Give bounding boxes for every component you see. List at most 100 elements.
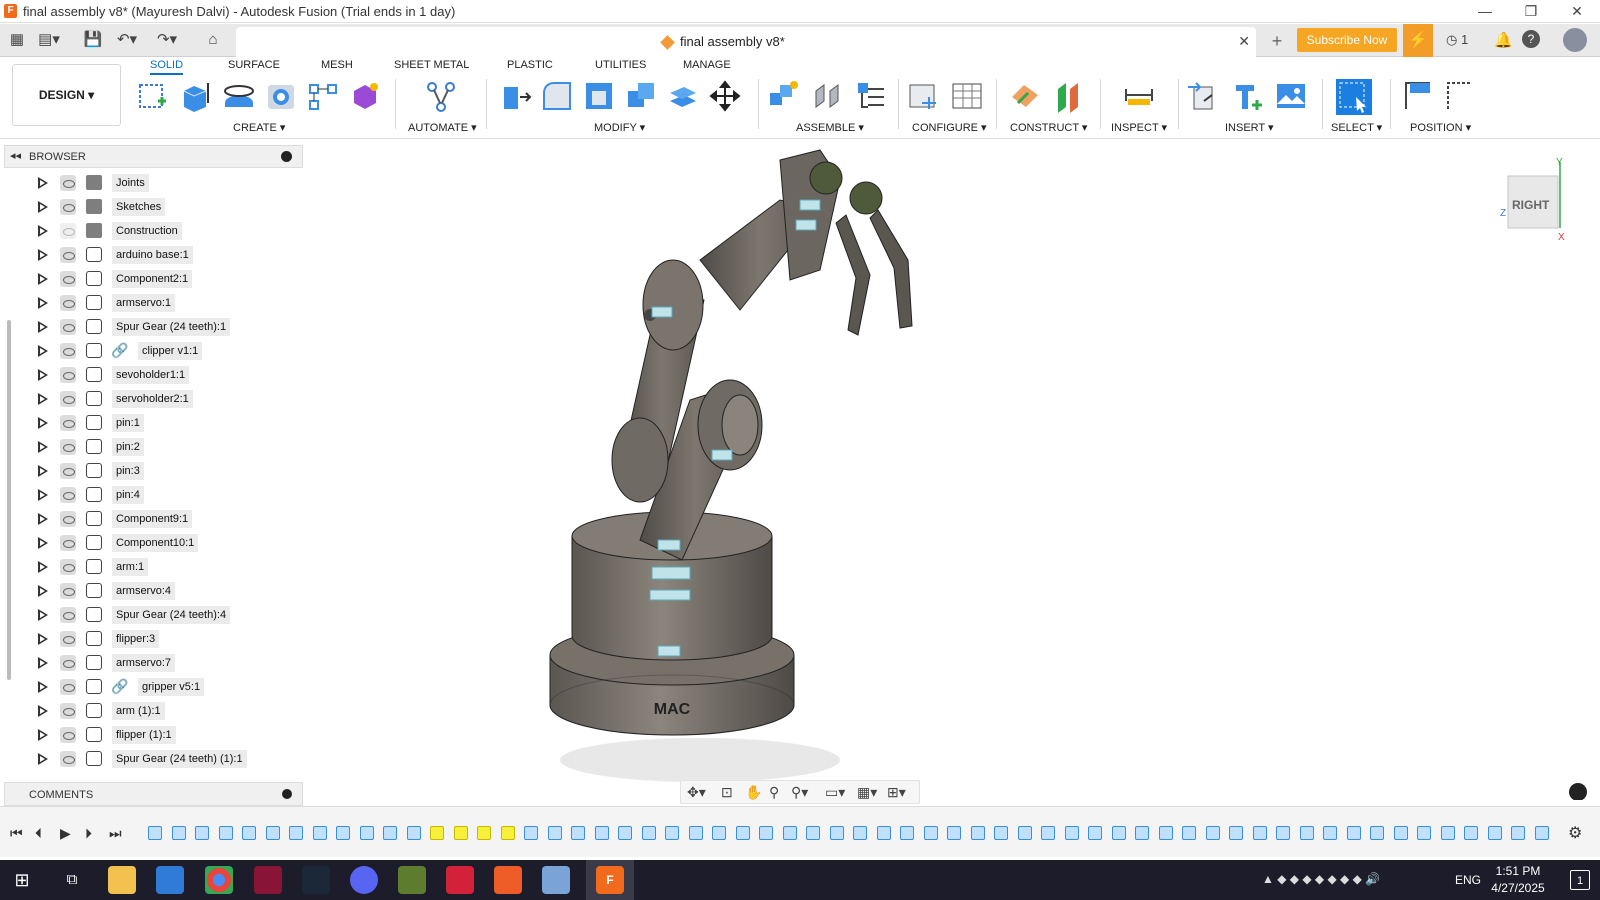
combine-icon[interactable]: [624, 79, 658, 113]
chat-icon[interactable]: [1569, 783, 1587, 800]
pattern-icon[interactable]: [306, 79, 340, 113]
visibility-eye-icon[interactable]: [60, 343, 76, 359]
timeline-feature[interactable]: [641, 826, 656, 840]
timeline-feature[interactable]: [195, 826, 209, 840]
automate-icon[interactable]: [424, 79, 458, 113]
browser-item[interactable]: flipper:3: [0, 628, 300, 650]
move-icon[interactable]: [708, 79, 742, 113]
timeline-feature[interactable]: [618, 826, 632, 840]
user-avatar[interactable]: [1563, 28, 1587, 52]
chrome-icon[interactable]: [205, 866, 233, 894]
timeline-feature[interactable]: [383, 826, 397, 840]
timeline-feature[interactable]: [829, 826, 844, 840]
tab-sheet-metal[interactable]: SHEET METAL: [394, 59, 469, 75]
timeline-feature[interactable]: [665, 826, 679, 840]
expand-arrow-icon[interactable]: [38, 753, 48, 765]
display-settings-icon[interactable]: ▭▾: [825, 784, 845, 801]
viewports-icon[interactable]: ⊞▾: [887, 784, 906, 801]
measure-icon[interactable]: [1122, 79, 1156, 113]
expand-arrow-icon[interactable]: [38, 681, 48, 693]
job-status-icon[interactable]: ◷ 1: [1446, 32, 1468, 48]
timeline-feature[interactable]: [1276, 826, 1290, 840]
timeline-feature[interactable]: [876, 826, 891, 840]
visibility-eye-icon[interactable]: [60, 583, 76, 599]
plane-at-angle-icon[interactable]: [1052, 79, 1086, 113]
visibility-eye-icon[interactable]: [60, 199, 76, 215]
minecraft-icon[interactable]: [398, 866, 426, 894]
browser-item[interactable]: pin:2: [0, 436, 300, 458]
browser-minimize-icon[interactable]: [281, 151, 292, 162]
extrude-icon[interactable]: [178, 79, 212, 113]
expand-arrow-icon[interactable]: [38, 585, 48, 597]
expand-arrow-icon[interactable]: [38, 633, 48, 645]
offset-face-icon[interactable]: [666, 79, 700, 113]
go-to-end-icon[interactable]: ⏭: [109, 825, 122, 842]
expand-arrow-icon[interactable]: [38, 705, 48, 717]
bill-of-materials-icon[interactable]: [854, 79, 888, 113]
timeline-feature[interactable]: [1440, 826, 1455, 840]
create-sketch-icon[interactable]: [136, 79, 170, 113]
timeline-feature[interactable]: [571, 826, 585, 840]
visibility-eye-icon[interactable]: [60, 271, 76, 287]
browser-item[interactable]: pin:3: [0, 460, 300, 482]
browser-item[interactable]: arm (1):1: [0, 700, 300, 722]
timeline-feature[interactable]: [406, 826, 421, 840]
timeline-feature[interactable]: [359, 826, 374, 840]
expand-arrow-icon[interactable]: [38, 441, 48, 453]
store-icon[interactable]: [156, 866, 184, 894]
file-menu-icon[interactable]: ▤▾: [38, 30, 60, 50]
visibility-eye-icon[interactable]: [60, 463, 76, 479]
tab-solid[interactable]: SOLID: [150, 59, 184, 75]
browser-item[interactable]: Sketches: [0, 196, 300, 218]
browser-item[interactable]: 🔗 clipper v1:1: [0, 340, 300, 362]
visibility-eye-icon[interactable]: [60, 319, 76, 335]
timeline-feature[interactable]: [782, 826, 797, 840]
minimize-button[interactable]: —: [1462, 0, 1508, 23]
visibility-eye-icon[interactable]: [60, 751, 76, 767]
timeline-feature[interactable]: [1017, 826, 1032, 840]
add-comment-icon[interactable]: [282, 789, 292, 799]
visibility-eye-icon[interactable]: [60, 247, 76, 263]
clock[interactable]: 1:51 PM 4/27/2025: [1468, 863, 1568, 897]
timeline-feature[interactable]: [265, 826, 280, 840]
timeline-feature[interactable]: [1135, 826, 1149, 840]
step-back-icon[interactable]: ⏴: [35, 825, 42, 842]
browser-item[interactable]: pin:4: [0, 484, 300, 506]
expand-arrow-icon[interactable]: [38, 369, 48, 381]
insert-menu[interactable]: INSERT ▾: [1225, 121, 1274, 134]
tab-mesh[interactable]: MESH: [321, 59, 353, 75]
app-icon[interactable]: [254, 866, 282, 894]
position-menu[interactable]: POSITION ▾: [1410, 121, 1471, 134]
expand-arrow-icon[interactable]: [38, 489, 48, 501]
view-cube[interactable]: RIGHT Y Z X: [1500, 157, 1565, 243]
expand-arrow-icon[interactable]: [38, 465, 48, 477]
tab-surface[interactable]: SURFACE: [228, 59, 280, 75]
configure-icon[interactable]: [906, 79, 940, 113]
grid-icon[interactable]: ▦▾: [857, 784, 877, 801]
brave-icon[interactable]: [494, 866, 522, 894]
go-to-start-icon[interactable]: ⏮: [10, 825, 23, 842]
help-icon[interactable]: ?: [1522, 30, 1540, 48]
timeline-feature[interactable]: [171, 826, 186, 840]
timeline-feature[interactable]: [500, 826, 515, 840]
visibility-eye-icon[interactable]: [60, 487, 76, 503]
close-window-button[interactable]: ✕: [1554, 0, 1600, 23]
offset-plane-icon[interactable]: [1008, 79, 1042, 113]
timeline-feature[interactable]: [688, 826, 703, 840]
3d-viewport[interactable]: MAC RIGHT Y Z X: [303, 140, 1600, 800]
select-menu[interactable]: SELECT ▾: [1331, 121, 1382, 134]
timeline-feature[interactable]: [430, 826, 444, 840]
visibility-eye-icon[interactable]: [60, 367, 76, 383]
visibility-eye-icon[interactable]: [60, 535, 76, 551]
timeline-feature[interactable]: [1088, 826, 1102, 840]
browser-item[interactable]: pin:1: [0, 412, 300, 434]
save-icon[interactable]: 💾: [82, 30, 104, 50]
undo-icon[interactable]: ↶▾: [116, 30, 138, 50]
timeline-feature[interactable]: [594, 826, 609, 840]
timeline-feature[interactable]: [453, 826, 468, 840]
new-component-icon[interactable]: [766, 79, 800, 113]
timeline-feature[interactable]: [1393, 826, 1408, 840]
construct-menu[interactable]: CONSTRUCT ▾: [1010, 121, 1087, 134]
timeline-feature[interactable]: [1487, 826, 1502, 840]
timeline-feature[interactable]: [806, 826, 820, 840]
